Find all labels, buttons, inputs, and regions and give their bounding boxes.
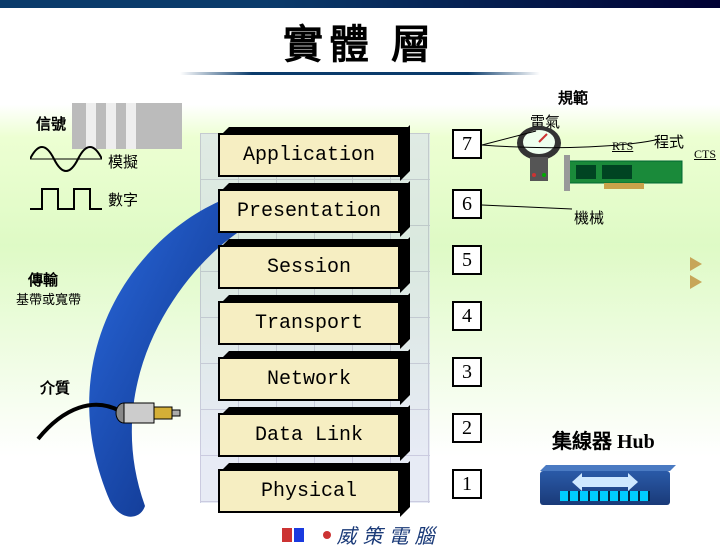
label-digital: 數字 — [108, 189, 138, 210]
label-analog: 模擬 — [108, 151, 138, 172]
layer-number-6: 6 — [452, 189, 482, 219]
footer-text: 威策電腦 — [337, 526, 441, 548]
layer-number-2: 2 — [452, 413, 482, 443]
analog-waveform-icon — [30, 139, 102, 179]
footer-brand: 威策電腦 — [0, 520, 720, 549]
layer-number-3: 3 — [452, 357, 482, 387]
layer-label: Transport — [255, 312, 363, 335]
nav-next-icon[interactable] — [690, 257, 702, 271]
layer-session: Session — [218, 245, 428, 291]
hub-arrow-icon — [582, 477, 628, 487]
window-accent-bar — [0, 0, 720, 8]
label-cts: CTS — [694, 147, 716, 162]
label-transport-cn: 傳輸 — [28, 269, 58, 290]
label-procedural: 程式 — [654, 131, 684, 152]
digital-waveform-icon — [30, 185, 102, 215]
multimeter-icon — [514, 125, 564, 187]
layer-label: Network — [267, 368, 351, 391]
layer-label: Physical — [261, 480, 357, 503]
layer-number-4: 4 — [452, 301, 482, 331]
label-signal: 信號 — [36, 113, 66, 134]
footer-logo-icon — [280, 526, 306, 546]
layer-number-1: 1 — [452, 469, 482, 499]
layer-transport: Transport — [218, 301, 428, 347]
layer-label: Presentation — [237, 200, 381, 223]
label-rts: RTS — [612, 139, 633, 154]
nav-next-2-icon[interactable] — [690, 275, 702, 289]
cable-connector-icon — [34, 397, 184, 441]
title-underline — [180, 72, 540, 75]
label-baseband: 基帶或寬帶 — [16, 289, 81, 308]
layer-number-5: 5 — [452, 245, 482, 275]
label-mechanical: 機械 — [574, 207, 604, 228]
hub-device-icon — [540, 471, 670, 505]
layer-label: Application — [243, 144, 375, 167]
layer-presentation: Presentation — [218, 189, 428, 235]
osi-layers: Application Presentation Session Transpo… — [218, 133, 428, 525]
label-medium: 介質 — [40, 377, 70, 398]
layer-label: Session — [267, 256, 351, 279]
page-title: 實體 層 — [0, 12, 720, 70]
layer-datalink: Data Link — [218, 413, 428, 459]
layer-label: Data Link — [255, 424, 363, 447]
layer-number-7: 7 — [452, 129, 482, 159]
layer-physical: Physical — [218, 469, 428, 515]
label-spec: 規範 — [558, 87, 588, 108]
diagram-stage: 信號 模擬 數字 傳輸 基帶或寬帶 介質 規範 電氣 程式 RTS CTS 機械 — [0, 81, 720, 551]
layer-network: Network — [218, 357, 428, 403]
layer-application: Application — [218, 133, 428, 179]
label-hub: 集線器 Hub — [552, 425, 655, 454]
hub-ports-icon — [560, 491, 650, 501]
nic-card-icon — [564, 155, 692, 191]
